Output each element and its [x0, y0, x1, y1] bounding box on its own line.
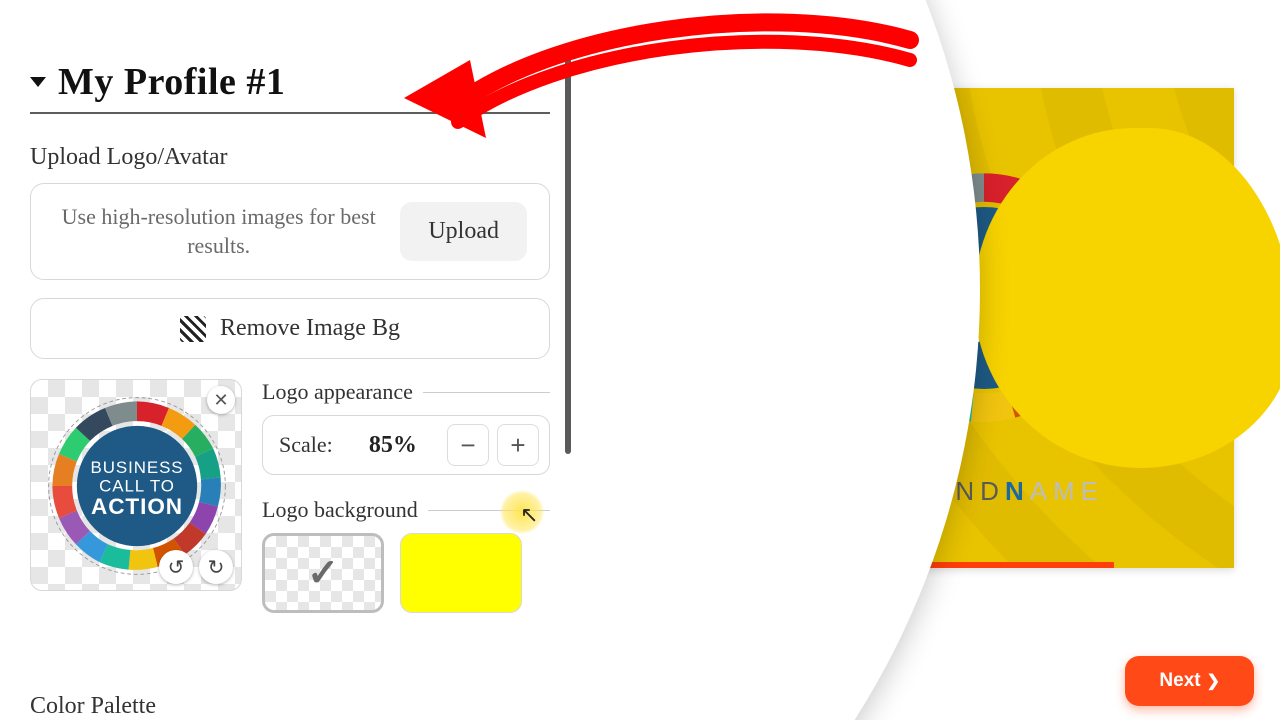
bg-swatch-yellow[interactable]: [400, 533, 522, 613]
remove-bg-button[interactable]: Remove Image Bg: [30, 298, 550, 359]
palette-section-label: Color Palette: [30, 693, 550, 720]
chevron-right-icon: ❯: [1207, 671, 1220, 691]
logo-badge-thumb: BUSINESS CALL TO ACTION: [43, 392, 231, 580]
scale-decrease-button[interactable]: −: [447, 424, 489, 466]
svg-text:BUSINESS: BUSINESS: [90, 458, 183, 477]
chevron-down-icon: [30, 77, 46, 87]
remove-logo-button[interactable]: ✕: [207, 386, 235, 414]
rotate-ccw-button[interactable]: ↺: [159, 550, 193, 584]
stripes-icon: [180, 316, 206, 342]
upload-box: Use high-resolution images for best resu…: [30, 183, 550, 280]
cursor-icon: ↖: [520, 502, 538, 528]
remove-bg-label: Remove Image Bg: [220, 315, 400, 342]
logo-preview: BUSINESS CALL TO ACTION ✕ ↺ ↻: [30, 379, 242, 591]
panel-scrollbar[interactable]: [565, 58, 571, 454]
svg-text:ACTION: ACTION: [91, 494, 183, 519]
next-button[interactable]: Next ❯: [1125, 656, 1254, 706]
profile-title: My Profile #1: [58, 60, 285, 104]
logo-appearance-label: Logo appearance: [262, 379, 550, 405]
profile-title-row[interactable]: My Profile #1: [30, 60, 550, 114]
rotate-cw-button[interactable]: ↻: [199, 550, 233, 584]
bg-swatch-transparent[interactable]: [262, 533, 384, 613]
scale-stepper: Scale: 85% − +: [262, 415, 550, 475]
scale-label: Scale:: [273, 432, 339, 458]
upload-button[interactable]: Upload: [400, 202, 527, 261]
svg-text:CALL TO: CALL TO: [99, 477, 175, 496]
magnifier-overlay: My Profile #1 Upload Logo/Avatar Use hig…: [0, 0, 980, 720]
scale-value: 85%: [347, 432, 439, 459]
scale-increase-button[interactable]: +: [497, 424, 539, 466]
upload-hint: Use high-resolution images for best resu…: [53, 203, 384, 260]
next-button-label: Next: [1159, 670, 1200, 692]
upload-section-label: Upload Logo/Avatar: [30, 144, 550, 171]
